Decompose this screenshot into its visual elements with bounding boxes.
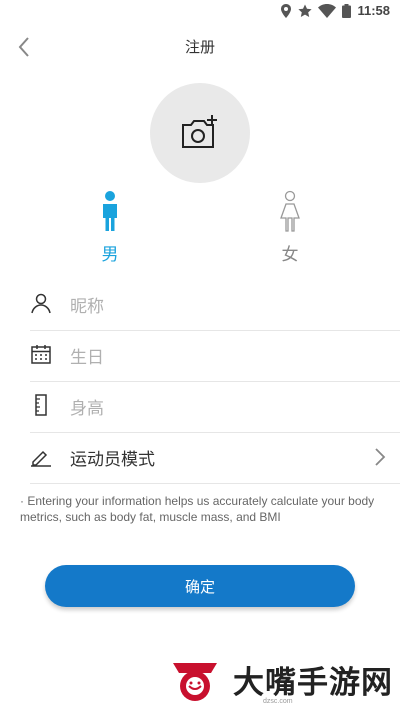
birthday-placeholder: 生日	[70, 348, 104, 368]
female-icon	[280, 190, 300, 232]
status-time: 11:58	[357, 3, 390, 18]
location-icon	[281, 3, 292, 18]
nickname-field[interactable]: 昵称	[30, 279, 400, 331]
info-hint: · Entering your information helps us acc…	[20, 494, 375, 524]
status-bar: 11:58	[0, 0, 400, 24]
nickname-placeholder: 昵称	[70, 297, 104, 317]
gender-female-label: 女	[281, 245, 299, 265]
edit-icon	[31, 450, 51, 467]
battery-icon	[342, 3, 352, 18]
watermark: 大嘴手游网 dzsc.com	[165, 655, 395, 705]
gender-female-option[interactable]: 女	[260, 190, 320, 265]
gender-male-label: 男	[101, 245, 119, 265]
status-icons: 11:58	[280, 3, 390, 18]
watermark-text: 大嘴手游网	[233, 665, 393, 701]
ruler-icon	[35, 394, 47, 416]
athlete-mode-row[interactable]: 运动员模式	[30, 432, 400, 484]
top-bar: 注册	[0, 26, 400, 66]
wifi-icon	[318, 3, 337, 18]
camera-add-icon	[182, 115, 217, 148]
watermark-url: dzsc.com	[263, 698, 293, 705]
gender-male-option[interactable]: 男	[80, 190, 140, 265]
height-field[interactable]: 身高	[30, 381, 400, 433]
birthday-field[interactable]: 生日	[30, 330, 400, 382]
chevron-right-icon	[375, 448, 386, 466]
calendar-icon	[31, 345, 51, 364]
star-icon	[298, 4, 313, 17]
confirm-button[interactable]: 确定	[45, 565, 355, 607]
male-icon	[103, 191, 117, 231]
height-placeholder: 身高	[70, 399, 104, 419]
watermark-logo-icon	[173, 663, 217, 701]
avatar-upload-button[interactable]	[150, 83, 250, 183]
athlete-mode-label: 运动员模式	[70, 450, 155, 470]
page-title: 注册	[184, 38, 215, 56]
user-icon	[31, 293, 51, 314]
